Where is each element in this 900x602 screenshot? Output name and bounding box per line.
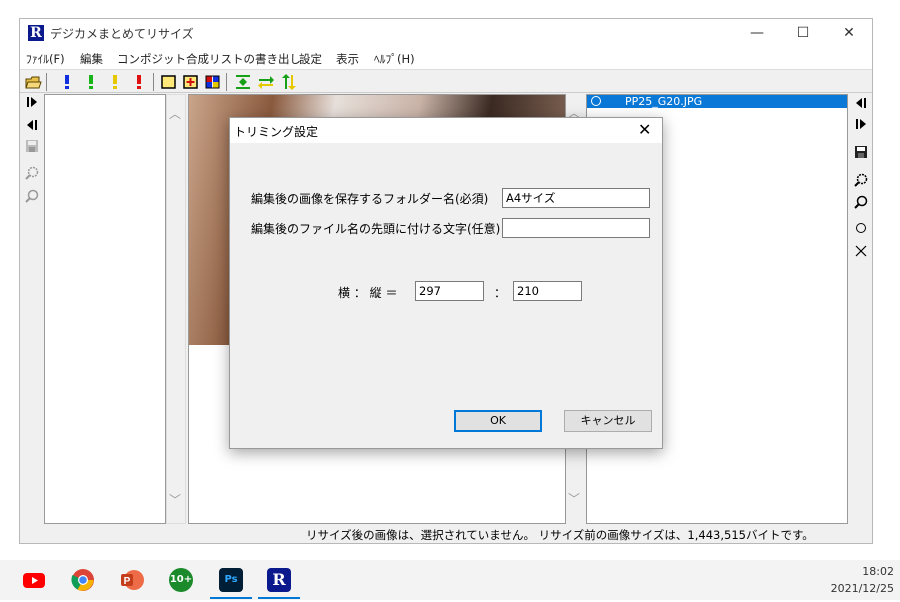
open-folder-icon[interactable]: [24, 73, 42, 91]
fit-vertical-icon[interactable]: [234, 73, 252, 91]
circle-mark-icon[interactable]: [851, 222, 871, 240]
left-tool-strip: [20, 94, 44, 524]
toolbar-separator: [46, 73, 47, 91]
title-bar: R デジカメまとめてリサイズ — ☐ ✕: [20, 19, 872, 47]
exclaim-red-icon[interactable]: [130, 73, 148, 91]
menu-view[interactable]: 表示: [336, 51, 359, 67]
collapse-left-icon[interactable]: [22, 119, 42, 137]
grid-color-icon[interactable]: [204, 73, 222, 91]
zoom-in-icon[interactable]: [851, 173, 871, 191]
toolbar: [20, 69, 872, 93]
exclaim-blue-icon[interactable]: [58, 73, 76, 91]
scroll-down-icon[interactable]: ﹀: [568, 490, 580, 507]
svg-text:P: P: [124, 576, 131, 587]
status-text: リサイズ後の画像は、選択されていません。 リサイズ前の画像サイズは、1,443,…: [306, 528, 814, 542]
window-title: デジカメまとめてリサイズ: [50, 27, 194, 41]
cancel-button[interactable]: キャンセル: [564, 410, 652, 432]
scroll-up-icon[interactable]: ︿: [169, 105, 181, 122]
scroll-down-icon[interactable]: ﹀: [169, 491, 181, 508]
zoom-out-icon[interactable]: [851, 195, 871, 213]
dialog-title-bar: トリミング設定 ✕: [230, 118, 662, 143]
status-bar: リサイズ後の画像は、選択されていません。 リサイズ前の画像サイズは、1,443,…: [20, 525, 872, 543]
youtube-icon[interactable]: [22, 568, 46, 592]
menu-bar: ﾌｧｲﾙ(F) 編集 コンポジット合成 リストの書き出し 設定 表示 ﾍﾙﾌﾟ(…: [20, 47, 872, 69]
frame-square-icon[interactable]: [160, 73, 178, 91]
active-indicator: [258, 597, 300, 599]
save-icon-disabled[interactable]: [22, 139, 42, 157]
clock-time: 18:02: [862, 565, 894, 578]
file-prefix-label: 編集後のファイル名の先頭に付ける文字(任意): [251, 222, 501, 236]
clock-date: 2021/12/25: [830, 582, 894, 595]
trimming-settings-dialog: トリミング設定 ✕ 編集後の画像を保存するフォルダー名(必須) 編集後のファイル…: [229, 117, 663, 449]
active-indicator: [210, 597, 252, 599]
thumbnail-list[interactable]: [44, 94, 166, 524]
menu-edit[interactable]: 編集: [80, 51, 103, 67]
toolbar-separator: [153, 73, 154, 91]
ok-button[interactable]: OK: [454, 410, 542, 432]
zoom-in-icon-disabled[interactable]: [22, 166, 42, 184]
toolbar-separator: [226, 73, 227, 91]
crop-plus-icon[interactable]: [182, 73, 200, 91]
photoshop-icon[interactable]: Ps: [219, 568, 243, 592]
menu-file[interactable]: ﾌｧｲﾙ(F): [26, 51, 65, 67]
app-icon: R: [28, 25, 44, 41]
menu-help[interactable]: ﾍﾙﾌﾟ(H): [374, 51, 415, 67]
folder-name-label: 編集後の画像を保存するフォルダー名(必須): [251, 192, 489, 206]
close-icon[interactable]: ✕: [638, 120, 651, 139]
thumbnail-scrollbar[interactable]: ︿ ﹀: [166, 94, 186, 524]
expand-right-icon[interactable]: [851, 118, 871, 136]
save-icon[interactable]: [851, 145, 871, 163]
swap-vertical-icon[interactable]: [280, 73, 298, 91]
file-name: PP25_G20.JPG: [625, 95, 703, 108]
taskbar: P 10+ Ps R 18:02 2021/12/25: [0, 560, 900, 600]
resize-app-icon[interactable]: R: [267, 568, 291, 592]
x-mark-icon[interactable]: [851, 245, 871, 263]
close-button[interactable]: ✕: [826, 19, 872, 47]
ratio-width-input[interactable]: [415, 281, 484, 301]
system-clock[interactable]: 18:02 2021/12/25: [831, 563, 894, 597]
green-10-plus-icon[interactable]: 10+: [169, 568, 193, 592]
file-prefix-input[interactable]: [502, 218, 650, 238]
file-list-row[interactable]: PP25_G20.JPG: [587, 95, 847, 108]
circle-mark-icon: [591, 96, 601, 106]
exclaim-green-icon[interactable]: [82, 73, 100, 91]
ratio-separator: ：: [494, 286, 507, 300]
collapse-left-icon[interactable]: [851, 97, 871, 115]
swap-horizontal-icon[interactable]: [257, 73, 275, 91]
powerpoint-icon[interactable]: P: [120, 568, 144, 592]
dialog-title: トリミング設定: [234, 125, 319, 139]
aspect-ratio-label: 横 ： 縦 ＝: [338, 286, 398, 300]
folder-name-input[interactable]: [502, 188, 650, 208]
menu-export-list[interactable]: リストの書き出し: [209, 51, 301, 67]
minimize-button[interactable]: —: [734, 19, 780, 47]
expand-right-icon[interactable]: [22, 96, 42, 114]
menu-composite[interactable]: コンポジット合成: [117, 51, 209, 67]
right-tool-strip: [850, 94, 872, 524]
ratio-height-input[interactable]: [513, 281, 582, 301]
chrome-icon[interactable]: [71, 568, 95, 592]
zoom-out-icon-disabled[interactable]: [22, 189, 42, 207]
maximize-button[interactable]: ☐: [780, 19, 826, 47]
exclaim-yellow-icon[interactable]: [106, 73, 124, 91]
menu-settings[interactable]: 設定: [299, 51, 322, 67]
